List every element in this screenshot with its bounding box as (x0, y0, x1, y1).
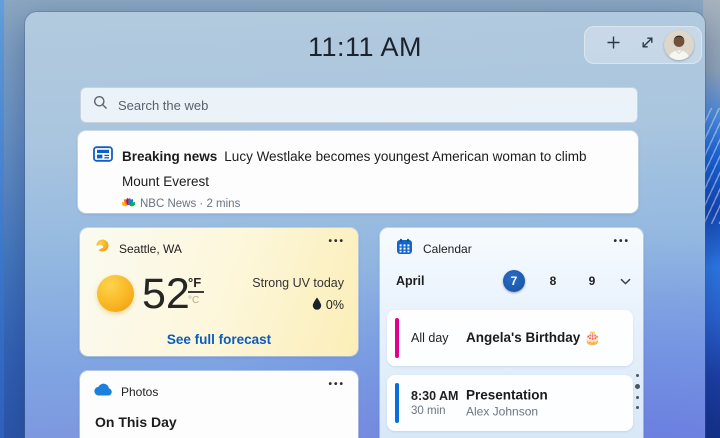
weather-header: Seattle, WA (94, 238, 182, 260)
expand-board-button[interactable] (630, 28, 664, 62)
panel-action-pill (584, 26, 702, 64)
calendar-widget: Calendar ••• April 7 8 9 (380, 228, 643, 438)
scroll-dot (636, 396, 639, 399)
news-meta: NBC News · 2 mins (122, 197, 622, 211)
event-presentation[interactable]: 8:30 AM 30 min Presentation Alex Johnson (387, 375, 633, 431)
photos-header: Photos (94, 383, 158, 401)
web-search-input[interactable]: Search the web (80, 87, 638, 123)
photos-subtitle: On This Day (95, 414, 177, 430)
chevron-down-icon[interactable] (620, 278, 631, 285)
nbc-peacock-icon (122, 197, 135, 211)
unit-underline (188, 291, 204, 293)
plus-icon (606, 35, 621, 55)
search-icon (93, 95, 108, 115)
precipitation: 0% (252, 297, 344, 313)
sunny-condition-icon (97, 275, 134, 312)
scroll-dot-current (635, 384, 640, 389)
news-card[interactable]: Breaking newsLucy Westlake becomes young… (78, 131, 638, 213)
scroll-dot (636, 374, 639, 377)
news-source-time: NBC News · 2 mins (140, 198, 240, 210)
weather-location: Seattle, WA (119, 242, 182, 256)
add-widget-button[interactable] (596, 28, 630, 62)
celsius-toggle[interactable]: °C (188, 295, 208, 306)
news-text: Breaking newsLucy Westlake becomes young… (122, 144, 622, 213)
event-body: Angela's Birthday 🎂 (466, 330, 601, 346)
cloud-icon (94, 383, 113, 401)
weather-more-menu[interactable]: ••• (328, 236, 345, 247)
event-time: All day (411, 331, 463, 345)
weather-details: Strong UV today 0% (252, 276, 344, 313)
calendar-icon (396, 238, 413, 260)
month-label: April (396, 274, 424, 288)
date-7-selected[interactable]: 7 (503, 270, 525, 292)
photos-widget[interactable]: Photos ••• On This Day (80, 371, 358, 438)
event-list: All day Angela's Birthday 🎂 8:30 AM 30 m… (387, 310, 633, 438)
wallpaper-ribbons (703, 0, 720, 438)
date-strip: 7 8 9 (503, 270, 631, 292)
widgets-board: 11:11 AM (0, 0, 720, 438)
calendar-header: Calendar (396, 238, 472, 260)
temperature-value: 52 (142, 273, 190, 316)
uv-note: Strong UV today (252, 276, 344, 290)
event-time: 8:30 AM 30 min (411, 389, 463, 417)
scroll-dot (636, 406, 639, 409)
news-headline: Breaking newsLucy Westlake becomes young… (122, 144, 622, 194)
event-color-bar (395, 318, 399, 358)
profile-avatar[interactable] (664, 30, 694, 60)
widgets-panel: 11:11 AM (25, 12, 705, 438)
calendar-date-row: April 7 8 9 (396, 268, 631, 294)
unit-toggle: °F °C (188, 275, 208, 306)
fahrenheit-toggle[interactable]: °F (188, 275, 208, 290)
expand-icon (640, 35, 655, 55)
calendar-more-menu[interactable]: ••• (613, 236, 630, 247)
weather-widget[interactable]: Seattle, WA ••• 52 °F °C Strong UV today (80, 228, 358, 356)
news-badge: Breaking news (122, 149, 217, 164)
event-birthday[interactable]: All day Angela's Birthday 🎂 (387, 310, 633, 366)
calendar-title: Calendar (423, 242, 472, 256)
search-placeholder: Search the web (118, 98, 208, 113)
date-8[interactable]: 8 (542, 274, 564, 288)
event-body: Presentation Alex Johnson (466, 388, 548, 419)
precipitation-value: 0% (326, 298, 344, 312)
wallpaper-folds (703, 108, 720, 224)
droplet-icon (312, 297, 322, 313)
photos-title: Photos (121, 385, 158, 399)
event-scroll-indicator[interactable] (634, 374, 640, 409)
see-full-forecast-link[interactable]: See full forecast (80, 332, 358, 347)
wallpaper-left-edge (0, 0, 4, 438)
event-color-bar (395, 383, 399, 423)
news-icon (93, 144, 113, 213)
date-9[interactable]: 9 (581, 274, 603, 288)
photos-more-menu[interactable]: ••• (328, 379, 345, 390)
sun-cloud-icon (94, 238, 111, 260)
